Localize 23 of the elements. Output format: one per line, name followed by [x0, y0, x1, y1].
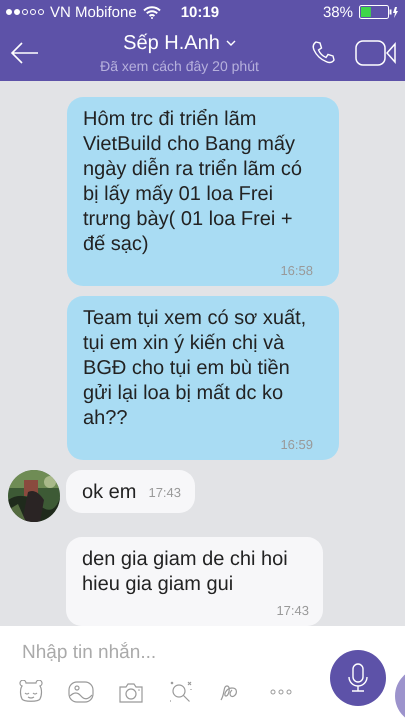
image-icon[interactable] [68, 680, 94, 704]
microphone-icon [348, 663, 368, 693]
message-text: Hôm trc đi triển lãm VietBuild cho Bang mấy ngày diễn ra triển lãm có bị lấy mấy 01 loa Frei trưng bày( 01 loa Frei + đế sạc) [83, 107, 304, 257]
battery-icon [359, 5, 399, 19]
chevron-down-icon[interactable] [226, 40, 236, 46]
message-time: 16:58 [280, 263, 313, 278]
video-camera-icon[interactable] [355, 38, 397, 66]
message-time: 16:59 [280, 437, 313, 452]
back-arrow-icon[interactable] [10, 40, 40, 64]
signal-icon [6, 9, 44, 15]
message-time: 17:43 [276, 603, 309, 618]
last-seen-text: Đã xem cách đây 20 phút [100, 58, 259, 74]
message-text: Team tụi xem có sơ xuất, tụi em xin ý kiến chị và BGĐ cho tụi em bù tiền gửi lại loa bị mất dc ko ah?? [83, 306, 308, 431]
message-text: ok em [82, 480, 136, 505]
carrier-name: VN Mobifone [50, 4, 137, 20]
contact-name[interactable]: Sếp H.Anh [123, 32, 220, 54]
message-time: 17:43 [148, 485, 182, 500]
battery-percentage: 38% [322, 4, 353, 20]
clock-time: 10:19 [180, 4, 220, 20]
sticker-icon[interactable] [18, 680, 44, 704]
message-text: den gia giam de chi hoi hieu gia giam gui [82, 547, 289, 597]
wifi-icon [142, 6, 161, 18]
search-icon[interactable] [168, 680, 194, 704]
